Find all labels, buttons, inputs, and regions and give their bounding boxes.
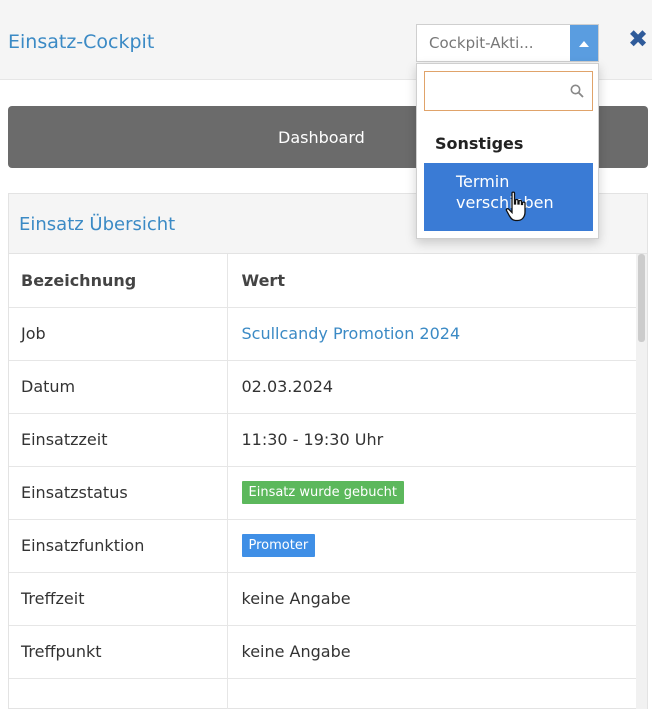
row-key: Einsatzzeit (9, 413, 228, 467)
table-scroll-area[interactable]: Bezeichnung Wert Job Scullcandy Promotio… (9, 254, 647, 709)
overview-table: Bezeichnung Wert Job Scullcandy Promotio… (9, 254, 637, 709)
row-value: keine Angabe (227, 625, 637, 679)
row-key: Treffzeit (9, 572, 228, 626)
search-icon (570, 83, 584, 102)
table-row: Treffpunkt keine Angabe (9, 625, 637, 679)
table-row: Einsatzfunktion Promoter (9, 519, 637, 573)
job-link[interactable]: Scullcandy Promotion 2024 (242, 324, 461, 343)
hand-cursor-icon (505, 191, 529, 227)
row-key: Job (9, 307, 228, 361)
dashboard-label: Dashboard (278, 128, 365, 147)
einsatz-cockpit-page: Einsatz-Cockpit Cockpit-Akti... ✖ Dashbo… (0, 0, 652, 709)
table-scrollbar[interactable] (636, 254, 647, 709)
row-key: Treffpunkt (9, 625, 228, 679)
row-key: Datum (9, 360, 228, 414)
scrollbar-thumb[interactable] (638, 254, 645, 342)
table-row: Job Scullcandy Promotion 2024 (9, 307, 637, 361)
column-header-bezeichnung: Bezeichnung (9, 254, 228, 308)
panel-title: Einsatz Übersicht (19, 214, 176, 235)
row-value: keine Angabe (227, 572, 637, 626)
select-value: Cockpit-Akti... (429, 34, 534, 52)
table-row: Einsatzzeit 11:30 - 19:30 Uhr (9, 413, 637, 467)
column-header-wert: Wert (227, 254, 637, 308)
cockpit-action-select[interactable]: Cockpit-Akti... (416, 24, 599, 62)
table-row: Datum 02.03.2024 (9, 360, 637, 414)
row-key: Einsatzstatus (9, 466, 228, 520)
table-header-row: Bezeichnung Wert (9, 254, 637, 308)
row-value: 02.03.2024 (227, 360, 637, 414)
option-label-line1: Termin (456, 172, 510, 191)
caret-up-icon[interactable] (570, 25, 598, 61)
status-badge: Einsatz wurde gebucht (241, 481, 404, 504)
table-row (9, 678, 637, 709)
app-title: Einsatz-Cockpit (8, 31, 155, 53)
dropdown-search-input[interactable] (429, 78, 565, 104)
einsatz-overview-panel: Einsatz Übersicht Bezeichnung Wert Job S… (8, 193, 648, 709)
dropdown-search-box[interactable] (424, 71, 593, 111)
row-key (9, 678, 228, 709)
close-icon[interactable]: ✖ (628, 27, 648, 51)
row-value (227, 678, 637, 709)
table-row: Einsatzstatus Einsatz wurde gebucht (9, 466, 637, 520)
function-badge: Promoter (241, 534, 316, 557)
row-value: 11:30 - 19:30 Uhr (227, 413, 637, 467)
dropdown-group-label: Sonstiges (435, 134, 524, 153)
table-row: Treffzeit keine Angabe (9, 572, 637, 626)
row-key: Einsatzfunktion (9, 519, 228, 573)
